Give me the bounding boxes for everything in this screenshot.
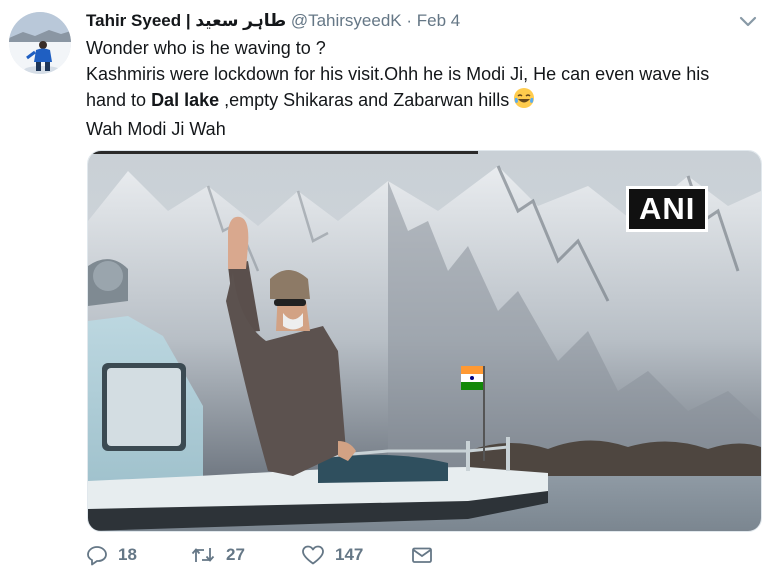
tweet-header: Tahir Syeed | طاہر سعید @TahirsyeedK · F… [86, 10, 460, 32]
header-dot: · [406, 11, 413, 30]
tweet-line-4: Wah Modi Ji Wah [86, 119, 226, 139]
tweet-actions: 18 27 147 [86, 544, 486, 574]
author-separator: | [185, 11, 191, 30]
reply-count: 18 [118, 545, 137, 564]
tweet-line-3: hand to Dal lake ,empty Shikaras and Zab… [86, 87, 762, 116]
like-count: 147 [335, 545, 364, 564]
tweet: Tahir Syeed | طاہر سعید @TahirsyeedK · F… [0, 0, 772, 580]
tweet-line-2: Kashmiris were lockdown for his visit.Oh… [86, 64, 710, 84]
author-handle[interactable]: @TahirsyeedK [291, 11, 402, 30]
reply-icon [86, 544, 108, 566]
avatar[interactable] [9, 12, 71, 74]
retweet-count: 27 [226, 545, 245, 564]
author-name-urdu[interactable]: طاہر سعید [195, 11, 286, 30]
heart-icon [301, 544, 325, 566]
tweet-line-3-suffix: ,empty Shikaras and Zabarwan hills [219, 90, 510, 110]
tweet-media-image[interactable]: ANI [87, 150, 762, 532]
envelope-icon [411, 544, 433, 566]
retweet-button[interactable]: 27 [190, 544, 245, 566]
tweet-line-3-prefix: hand to [86, 90, 152, 110]
dm-button[interactable] [411, 544, 433, 566]
author-name[interactable]: Tahir Syeed [86, 11, 181, 30]
tweet-date[interactable]: Feb 4 [417, 11, 460, 30]
chevron-down-icon[interactable] [736, 10, 760, 34]
tweet-line-3-bold: Dal lake [151, 90, 220, 110]
tweet-text: Wonder who is he waving to ? Kashmiris w… [86, 35, 762, 142]
reply-button[interactable]: 18 [86, 544, 137, 566]
tweet-line-1: Wonder who is he waving to ? [86, 38, 326, 58]
ani-watermark: ANI [626, 186, 709, 232]
like-button[interactable]: 147 [301, 544, 363, 566]
face-with-tears-of-joy-emoji [513, 87, 535, 116]
retweet-icon [190, 544, 216, 566]
